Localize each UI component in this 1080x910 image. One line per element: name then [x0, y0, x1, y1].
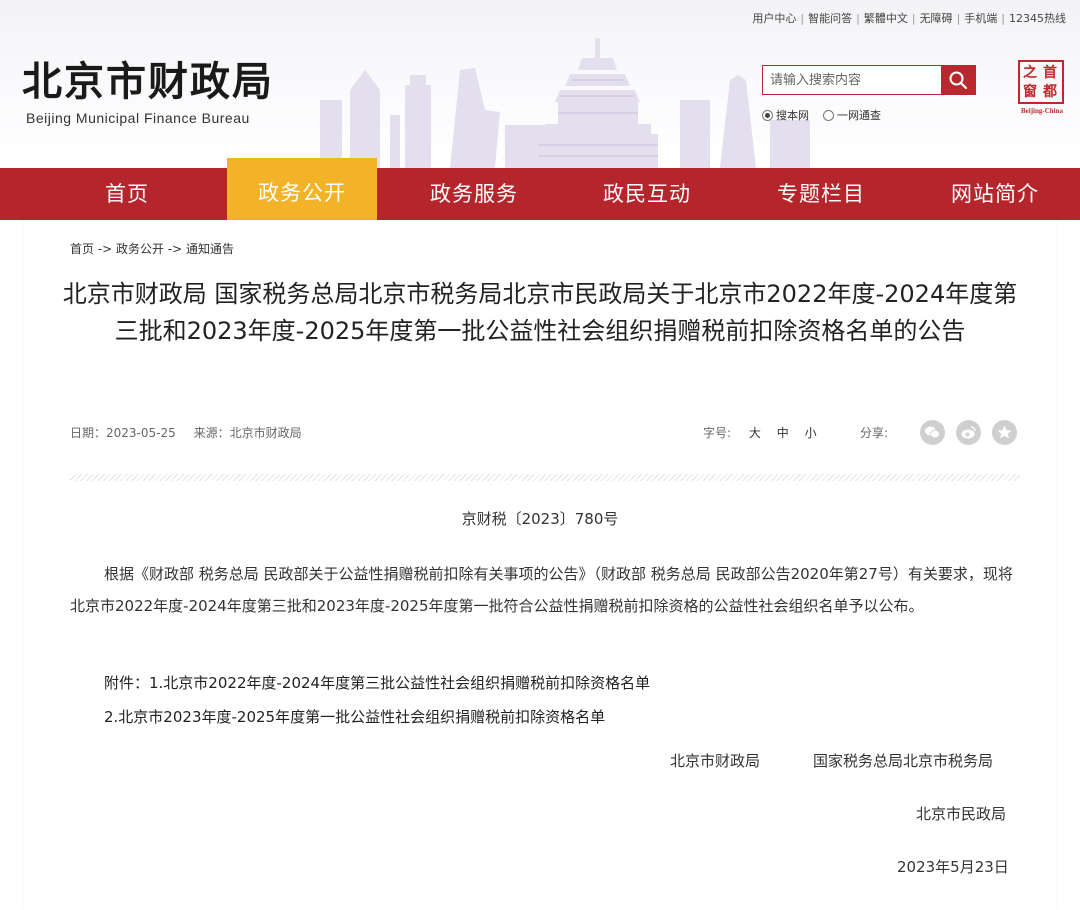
- font-size-medium[interactable]: 中: [777, 426, 789, 440]
- breadcrumb[interactable]: 首页 -> 政务公开 -> 通知通告: [70, 240, 234, 257]
- toplink-accessibility[interactable]: 无障碍: [920, 12, 953, 25]
- article-body: 根据《财政部 税务总局 民政部关于公益性捐赠税前扣除有关事项的公告》（财政部 税…: [70, 565, 1013, 615]
- attachment-link-2[interactable]: 2.北京市2023年度-2025年度第一批公益性社会组织捐赠税前扣除资格名单: [104, 706, 605, 727]
- site-logo-chinese[interactable]: 北京市财政局: [22, 58, 274, 106]
- signature-date: 2023年5月23日: [897, 858, 1009, 876]
- font-size-small[interactable]: 小: [805, 426, 817, 440]
- site-header: 用户中心 | 智能问答 | 繁體中文 | 无障碍 | 手机端 | 12345热线 北京市财政局 Be…: [0, 0, 1080, 168]
- document-number: 京财税〔2023〕780号: [461, 510, 619, 528]
- radio-unchecked-icon: [823, 109, 834, 121]
- capital-char: 首: [1043, 65, 1057, 81]
- capital-char: 之: [1023, 65, 1037, 81]
- toplink-user-center[interactable]: 用户中心: [752, 12, 796, 25]
- nav-item-gov-services[interactable]: 政务服务: [399, 168, 549, 220]
- search-button[interactable]: [941, 66, 975, 94]
- radio-search-site[interactable]: 搜本网: [762, 107, 809, 123]
- radio-checked-icon: [762, 109, 773, 121]
- site-logo-english[interactable]: Beijing Municipal Finance Bureau: [26, 110, 250, 126]
- nav-item-gov-affairs-open[interactable]: 政务公开: [227, 158, 377, 220]
- star-icon[interactable]: [992, 420, 1017, 445]
- font-size-large[interactable]: 大: [749, 426, 761, 440]
- nav-item-about[interactable]: 网站简介: [920, 168, 1070, 220]
- article-meta: 日期：2023-05-25 来源：北京市财政局: [70, 424, 302, 441]
- signatory-tax-bureau: 国家税务总局北京市税务局: [813, 752, 994, 770]
- search-scope-options: 搜本网 一网通查: [762, 107, 881, 123]
- capital-window-logo[interactable]: 之 首 窗 都 Beijing-China: [1014, 60, 1066, 116]
- radio-label: 一网通查: [837, 109, 881, 122]
- capital-char: 都: [1043, 84, 1057, 100]
- article-title: 北京市财政局 国家税务总局北京市税务局北京市民政局关于北京市2022年度-202…: [62, 280, 1018, 345]
- top-utility-links: 用户中心 | 智能问答 | 繁體中文 | 无障碍 | 手机端 | 12345热线: [752, 12, 1066, 25]
- search-bar: [762, 65, 976, 95]
- share-buttons: [920, 420, 1017, 445]
- section-divider: [70, 474, 1020, 481]
- weibo-icon[interactable]: [956, 420, 981, 445]
- capital-logo-frame: 之 首 窗 都: [1018, 60, 1064, 104]
- font-size-label: 字号:: [703, 426, 732, 440]
- attachment-link-1[interactable]: 附件：1.北京市2022年度-2024年度第三批公益性社会组织捐赠税前扣除资格名…: [104, 672, 650, 693]
- wechat-icon[interactable]: [920, 420, 945, 445]
- search-icon: [949, 71, 968, 90]
- search-input[interactable]: [763, 66, 943, 94]
- capital-logo-caption: Beijing-China: [1020, 107, 1063, 115]
- nav-item-interaction[interactable]: 政民互动: [572, 168, 722, 220]
- radio-label: 搜本网: [776, 109, 809, 122]
- nav-item-special-topics[interactable]: 专题栏目: [746, 168, 896, 220]
- signatory-civil-affairs-bureau: 北京市民政局: [916, 805, 1007, 823]
- toplink-mobile[interactable]: 手机端: [964, 12, 997, 25]
- capital-char: 窗: [1023, 84, 1037, 100]
- nav-item-home[interactable]: 首页: [52, 168, 202, 220]
- toplink-traditional-chinese[interactable]: 繁體中文: [864, 12, 908, 25]
- beijing-skyline-banner: [320, 38, 810, 168]
- signatory-finance-bureau: 北京市财政局: [670, 752, 761, 770]
- main-nav: 首页 政务公开 政务服务 政民互动 专题栏目 网站简介: [0, 158, 1080, 220]
- font-size-control: 字号: 大 中 小: [703, 424, 817, 441]
- radio-search-network[interactable]: 一网通查: [823, 107, 881, 123]
- toplink-hotline[interactable]: 12345热线: [1009, 12, 1066, 25]
- article-source: 来源：北京市财政局: [193, 426, 302, 440]
- toplink-smart-qa[interactable]: 智能问答: [808, 12, 852, 25]
- article-date: 日期：2023-05-25: [70, 426, 176, 440]
- share-label: 分享:: [860, 426, 889, 440]
